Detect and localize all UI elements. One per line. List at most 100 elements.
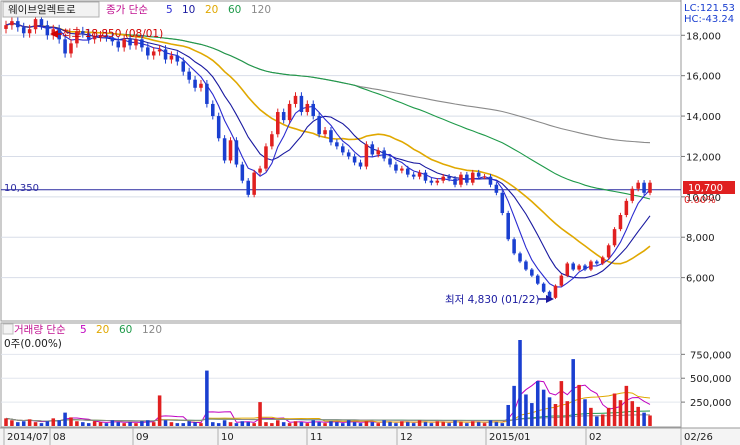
volume-bar [612, 393, 617, 426]
volume-bar [642, 412, 646, 426]
volume-bar [57, 420, 61, 426]
volume-bar [211, 422, 215, 426]
candle-body [228, 140, 233, 161]
volume-bar [470, 421, 475, 426]
candle-body [4, 25, 8, 29]
volume-bar [169, 422, 174, 426]
candle [252, 169, 256, 198]
candle-body [140, 39, 144, 48]
volume-bar [75, 421, 79, 426]
candle-body [441, 176, 445, 181]
volume-bar [547, 397, 552, 426]
candle [553, 284, 558, 300]
candle-body [193, 79, 197, 88]
volume-bar [506, 404, 510, 426]
volume-bar [175, 423, 180, 426]
volume-bar [122, 423, 126, 426]
candle-body [187, 71, 191, 80]
volume-bar [376, 423, 380, 426]
candle-body [400, 168, 404, 171]
volume-bar [423, 422, 428, 426]
x-axis-label: 12 [400, 432, 413, 443]
volume-bar [565, 401, 570, 426]
volume-bar [63, 412, 67, 426]
candle-body [606, 245, 611, 258]
volume-bar [16, 422, 20, 426]
candle [524, 259, 528, 272]
volume-bar [577, 384, 581, 426]
candle [565, 261, 570, 278]
candle [222, 135, 227, 164]
volume-bar [163, 420, 168, 426]
price-ma-legend-prefix: 종가 단순 [106, 4, 148, 16]
candle-body [346, 152, 351, 157]
candle-body [352, 156, 357, 163]
candle-body [518, 253, 522, 262]
price-tick-label: 18,000 [686, 31, 721, 42]
volume-bar [541, 389, 546, 426]
candle-body [63, 39, 67, 54]
candle [606, 243, 611, 260]
volume-bar [530, 403, 534, 426]
candle [228, 137, 233, 164]
volume-bar [193, 422, 197, 426]
x-axis-label: 11 [310, 432, 323, 443]
volume-bar [583, 399, 587, 426]
stock-name: 웨이브일렉트로 [8, 3, 76, 16]
candle-body [429, 180, 434, 183]
volume-tick-label: 750,000 [690, 350, 731, 361]
volume-bar [311, 420, 316, 426]
volume-tick-label: 500,000 [690, 374, 731, 385]
candle [541, 282, 546, 294]
volume-ma-legend-prefix: 거래량 단순 [14, 324, 66, 336]
x-axis-label: 09 [136, 432, 149, 443]
candle-body [630, 188, 635, 201]
volume-value-label: 0주(0.00%) [4, 338, 62, 350]
candle-body [488, 176, 493, 185]
volume-bar [482, 423, 487, 426]
candle-body [388, 158, 392, 165]
candle-body [376, 150, 380, 155]
candle-body [417, 172, 422, 177]
volume-bar [116, 422, 121, 426]
price-tick-label: 12,000 [686, 152, 721, 163]
volume-bar [98, 422, 103, 426]
candle-body [216, 116, 221, 139]
current-price-badge-text: 10,700 [688, 183, 723, 194]
volume-bar [258, 402, 262, 426]
candle-body [122, 39, 126, 48]
volume-bar [447, 423, 451, 426]
candle-body [358, 162, 363, 167]
price-tick-label: 8,000 [686, 233, 715, 244]
x-axis-label: 2014/07 [7, 432, 49, 443]
volume-bar [21, 421, 26, 426]
candle-body [494, 184, 499, 193]
candle-body [293, 95, 298, 104]
candle [559, 274, 564, 288]
volume-bar [417, 420, 422, 426]
volume-bar [287, 423, 292, 426]
volume-bar [524, 394, 528, 426]
volume-bar [134, 423, 138, 426]
candle-body [175, 55, 180, 62]
candle-body [524, 261, 528, 270]
volume-bar [270, 423, 274, 426]
volume-bar [264, 422, 268, 426]
candle-body [134, 39, 138, 46]
candle-body [323, 130, 327, 135]
candle-body [506, 212, 510, 240]
ma-legend-20: 20 [205, 4, 218, 16]
ma-legend-5: 5 [80, 324, 87, 336]
candle-body [281, 112, 286, 121]
candle-body [69, 43, 73, 54]
candle-body [370, 144, 375, 155]
candle-body [470, 172, 475, 183]
x-axis-label: 10 [221, 432, 234, 443]
candle-body [276, 112, 280, 135]
volume-bar [352, 422, 357, 426]
volume-bar [81, 422, 85, 426]
volume-tick-label: 250,000 [690, 398, 731, 409]
volume-bar [648, 415, 652, 426]
volume-bar [441, 422, 445, 426]
volume-bar [39, 423, 44, 426]
